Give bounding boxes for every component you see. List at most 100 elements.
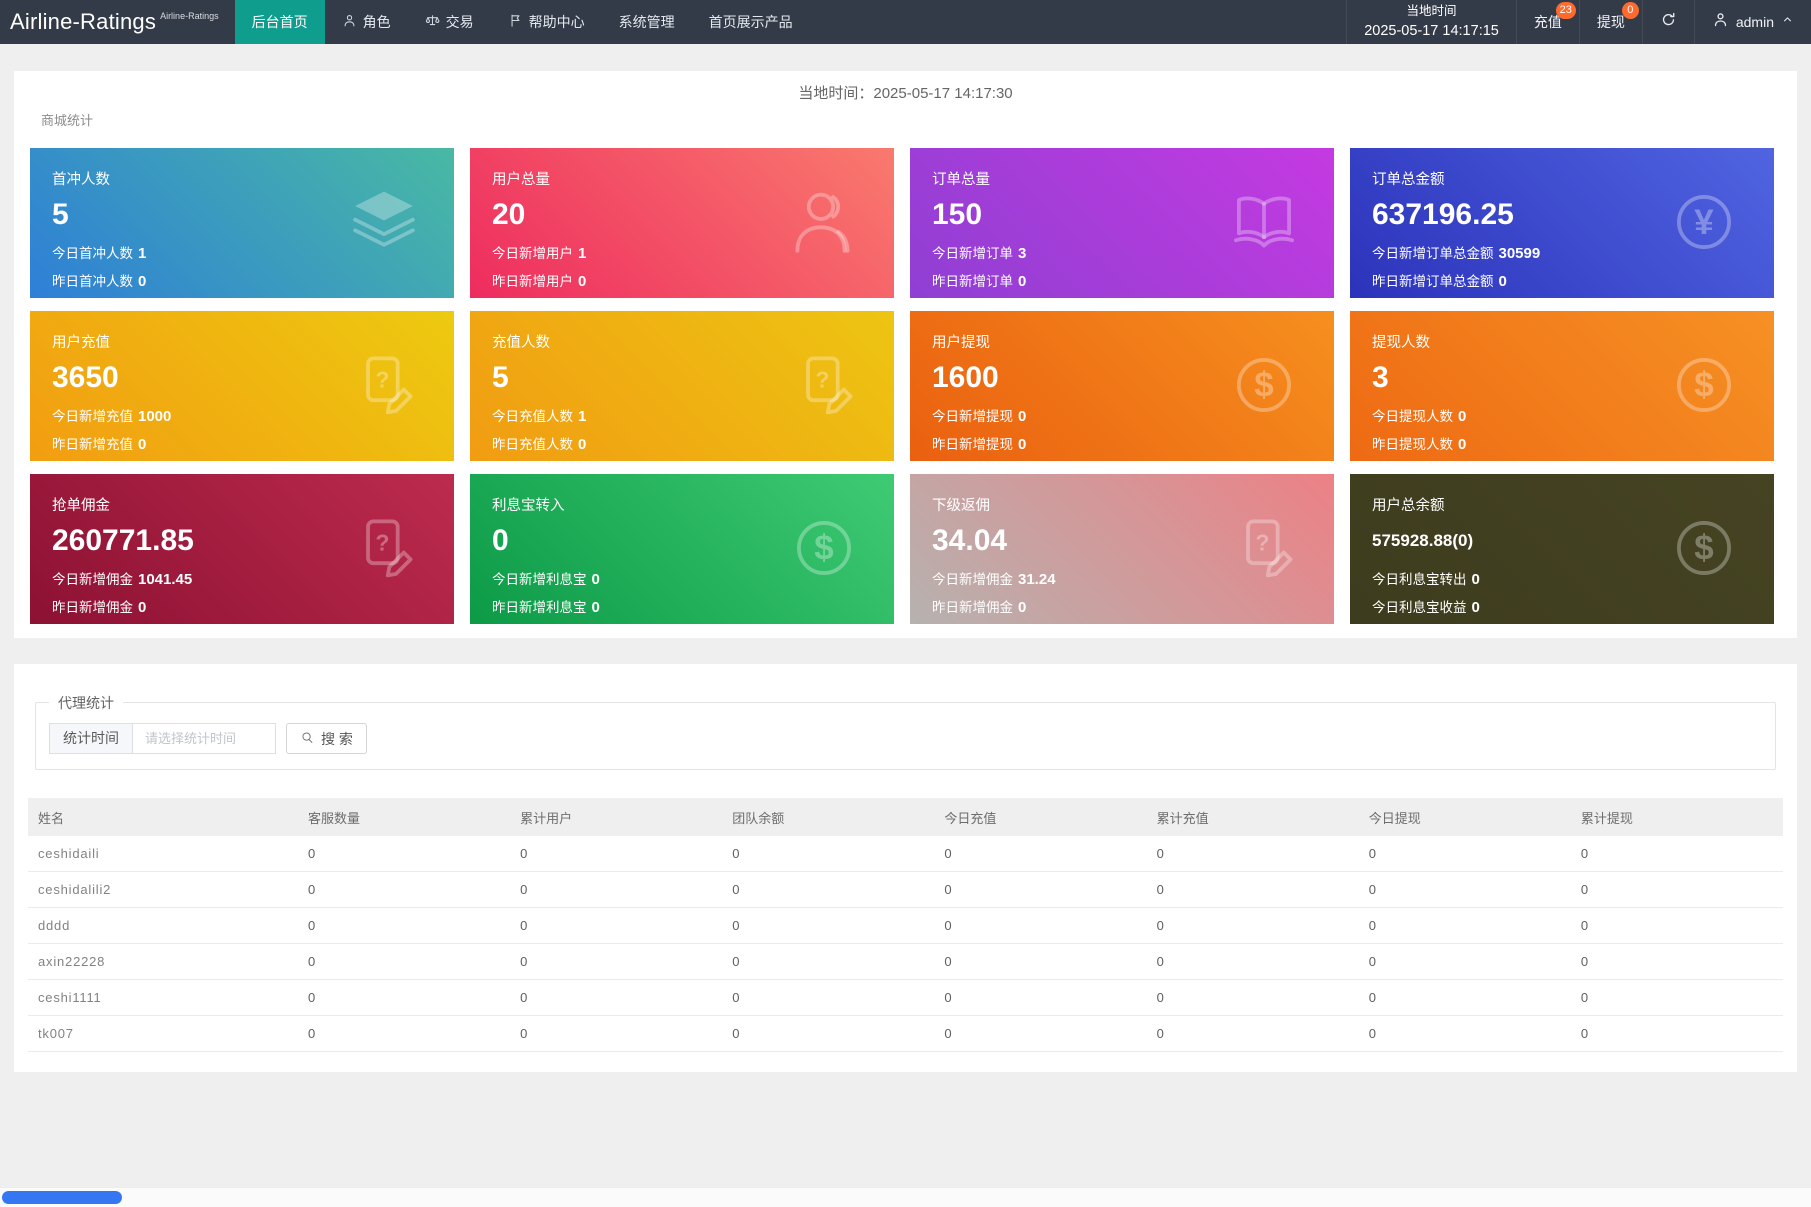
- nav-item-6[interactable]: 首页展示产品: [692, 0, 810, 44]
- edit-doc-icon: ?: [786, 347, 862, 423]
- table-cell: 0: [1571, 882, 1783, 897]
- stat-time-input[interactable]: [132, 723, 276, 754]
- table-cell: 0: [298, 846, 510, 861]
- scale-icon: [425, 13, 440, 31]
- stat-card: 用户总余额575928.88(0)今日利息宝转出0今日利息宝收益0$: [1350, 474, 1774, 624]
- card-subline: 昨日新增提现0: [932, 433, 1312, 453]
- table-cell: 0: [298, 1026, 510, 1041]
- table-row: tk0070000000: [28, 1016, 1783, 1052]
- stat-card: 首冲人数5今日首冲人数1昨日首冲人数0: [30, 148, 454, 298]
- dollar-icon: $: [1226, 347, 1302, 423]
- table-cell: 0: [1359, 954, 1571, 969]
- table-row: ceshidalili20000000: [28, 872, 1783, 908]
- card-subline: 昨日新增佣金0: [52, 596, 432, 616]
- table-cell: 0: [722, 882, 934, 897]
- nav-item-label: 后台首页: [252, 12, 308, 32]
- dollar-icon: $: [1666, 510, 1742, 586]
- nav-item-label: 系统管理: [619, 12, 675, 32]
- table-cell: 0: [1571, 918, 1783, 933]
- stat-card: 提现人数3今日提现人数0昨日提现人数0$: [1350, 311, 1774, 461]
- table-cell: 0: [1147, 882, 1359, 897]
- table-cell: 0: [1571, 954, 1783, 969]
- withdraw-badge: 0: [1622, 2, 1639, 19]
- table-header-cell: 累计用户: [510, 808, 722, 827]
- table-cell: 0: [1359, 1026, 1571, 1041]
- table-header-cell: 客服数量: [298, 808, 510, 827]
- table-cell: 0: [510, 1026, 722, 1041]
- recharge-button[interactable]: 充值 23: [1516, 0, 1579, 44]
- username: admin: [1736, 14, 1774, 30]
- svg-text:¥: ¥: [1694, 203, 1714, 242]
- nav-item-5[interactable]: 系统管理: [602, 0, 692, 44]
- nav-item-3[interactable]: 交易: [408, 0, 491, 44]
- caret-up-icon: [1781, 13, 1794, 31]
- person-icon: [786, 184, 862, 260]
- top-navbar: Airline-Ratings Airline-Ratings 后台首页角色交易…: [0, 0, 1811, 44]
- dollar-icon: $: [1666, 347, 1742, 423]
- card-subline: 昨日充值人数0: [492, 433, 872, 453]
- stat-card: 用户充值3650今日新增充值1000昨日新增充值0?: [30, 311, 454, 461]
- agent-name: ceshidaili: [28, 846, 298, 861]
- nav-item-label: 交易: [446, 12, 474, 32]
- card-subline: 昨日首冲人数0: [52, 270, 432, 290]
- table-row: ceshidaili0000000: [28, 836, 1783, 872]
- table-cell: 0: [1147, 918, 1359, 933]
- agent-name: tk007: [28, 1026, 298, 1041]
- page-local-time: 当地时间：2025-05-17 14:17:30: [14, 82, 1797, 103]
- table-cell: 0: [934, 990, 1146, 1005]
- agent-legend: 代理统计: [49, 693, 123, 713]
- table-cell: 0: [722, 918, 934, 933]
- table-cell: 0: [1571, 1026, 1783, 1041]
- table-header-cell: 累计提现: [1571, 808, 1783, 827]
- table-header-cell: 累计充值: [1147, 808, 1359, 827]
- table-header-cell: 今日充值: [934, 808, 1146, 827]
- svg-text:?: ?: [816, 366, 830, 392]
- dollar-icon: $: [786, 510, 862, 586]
- stat-card: 下级返佣34.04今日新增佣金31.24昨日新增佣金0?: [910, 474, 1334, 624]
- card-subline: 昨日提现人数0: [1372, 433, 1752, 453]
- logo-text: Airline-Ratings: [10, 9, 156, 35]
- withdraw-button[interactable]: 提现 0: [1579, 0, 1642, 44]
- table-cell: 0: [722, 990, 934, 1005]
- table-cell: 0: [934, 918, 1146, 933]
- stat-cards-grid: 首冲人数5今日首冲人数1昨日首冲人数0用户总量20今日新增用户1昨日新增用户0订…: [30, 148, 1774, 624]
- stat-card: 用户总量20今日新增用户1昨日新增用户0: [470, 148, 894, 298]
- refresh-button[interactable]: [1642, 0, 1694, 44]
- svg-text:$: $: [1254, 365, 1273, 404]
- flag-icon: [508, 13, 523, 31]
- nav-item-2[interactable]: 角色: [325, 0, 408, 44]
- agent-panel: 代理统计 统计时间 搜 索 姓名客服数量累计用户团队余额今日充值累计充值今日提现…: [14, 664, 1797, 1072]
- nav-item-1[interactable]: 后台首页: [235, 0, 325, 44]
- agent-name: dddd: [28, 918, 298, 933]
- card-subline: 昨日新增充值0: [52, 433, 432, 453]
- table-header-cell: 团队余额: [722, 808, 934, 827]
- table-cell: 0: [298, 882, 510, 897]
- table-cell: 0: [298, 954, 510, 969]
- filter-row: 统计时间 搜 索: [49, 723, 367, 754]
- search-button[interactable]: 搜 索: [286, 723, 367, 754]
- table-cell: 0: [1147, 846, 1359, 861]
- table-cell: 0: [298, 990, 510, 1005]
- table-cell: 0: [1359, 882, 1571, 897]
- nav-item-label: 角色: [363, 12, 391, 32]
- agent-fieldset: 代理统计 统计时间 搜 索: [35, 702, 1776, 770]
- table-cell: 0: [1571, 990, 1783, 1005]
- table-cell: 0: [1147, 990, 1359, 1005]
- table-cell: 0: [934, 954, 1146, 969]
- scrollbar-thumb[interactable]: [2, 1191, 122, 1204]
- table-cell: 0: [510, 918, 722, 933]
- agent-name: ceshidalili2: [28, 882, 298, 897]
- stat-card: 订单总量150今日新增订单3昨日新增订单0: [910, 148, 1334, 298]
- main-menu: 后台首页 角色 交易帮助中心系统管理 首页展示产品: [235, 0, 810, 44]
- layers-icon: [346, 184, 422, 260]
- card-subline: 昨日新增佣金0: [932, 596, 1312, 616]
- nav-item-label: 首页展示产品: [709, 12, 793, 32]
- recharge-badge: 23: [1556, 2, 1576, 19]
- svg-text:?: ?: [376, 529, 390, 555]
- local-time-label: 当地时间: [1364, 2, 1499, 21]
- agent-name: ceshi1111: [28, 990, 298, 1005]
- nav-item-4[interactable]: 帮助中心: [491, 0, 602, 44]
- stat-card: 抢单佣金260771.85今日新增佣金1041.45昨日新增佣金0?: [30, 474, 454, 624]
- user-menu[interactable]: admin: [1694, 0, 1811, 44]
- svg-text:$: $: [1694, 528, 1713, 567]
